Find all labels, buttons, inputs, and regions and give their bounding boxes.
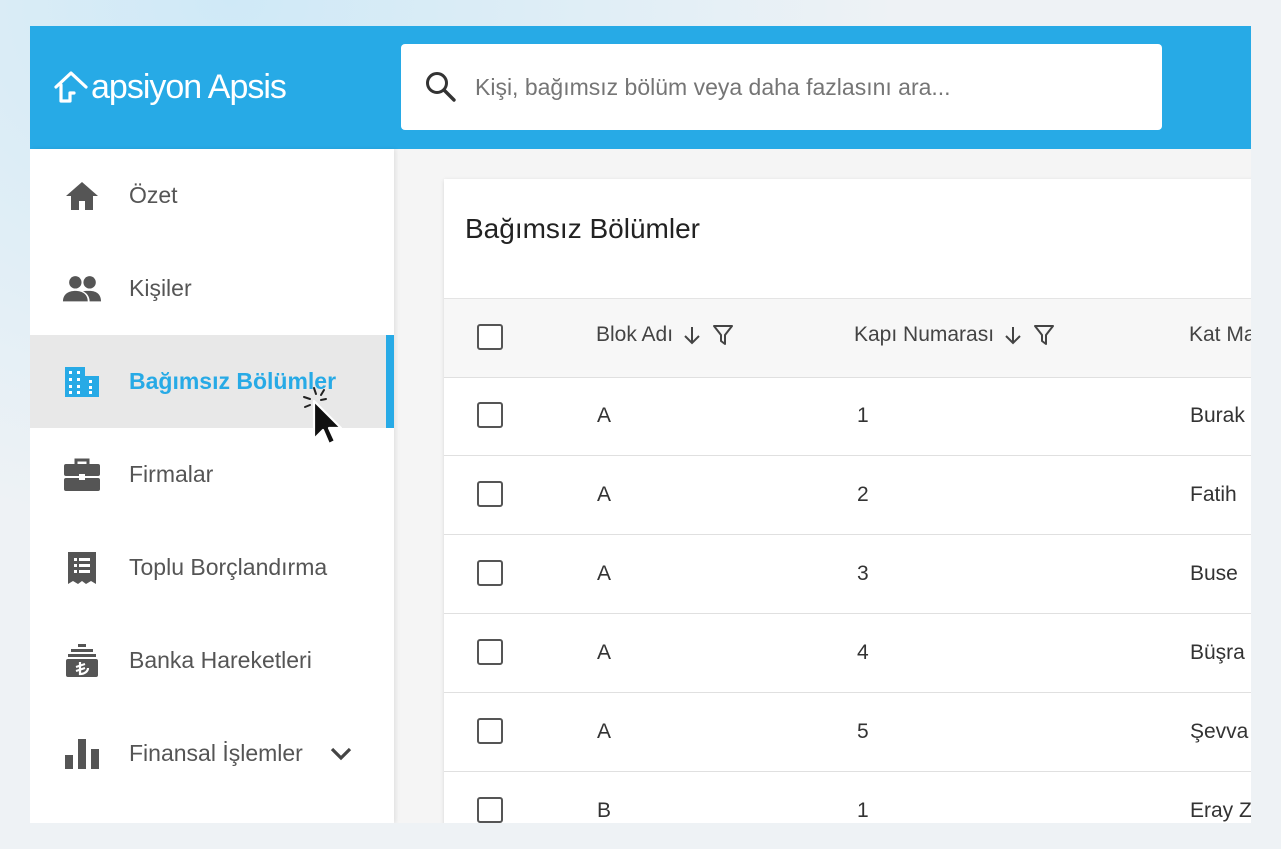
- row-checkbox[interactable]: [477, 797, 503, 823]
- search-box[interactable]: [401, 44, 1162, 130]
- house-logo-icon: [54, 71, 88, 103]
- sort-arrow-down-icon[interactable]: [1002, 324, 1024, 346]
- row-checkbox[interactable]: [477, 402, 503, 428]
- sidebar-item-banka-hareketleri[interactable]: Banka Hareketleri: [30, 614, 394, 707]
- sidebar-item-finansal-islemler[interactable]: Finansal İşlemler: [30, 707, 394, 800]
- column-header-label: Kat Ma: [1189, 323, 1251, 346]
- sidebar-item-kisiler[interactable]: Kişiler: [30, 242, 394, 335]
- cell-kapi: 2: [857, 483, 869, 506]
- table-row[interactable]: A 3 Buse: [444, 535, 1251, 614]
- cell-kat-maliki[interactable]: Burak: [1190, 404, 1245, 428]
- bar-chart-icon: [62, 734, 102, 774]
- search-input[interactable]: [473, 72, 1117, 102]
- row-checkbox[interactable]: [477, 481, 503, 507]
- table-row[interactable]: A 1 Burak: [444, 377, 1251, 456]
- sidebar-item-label: Banka Hareketleri: [129, 647, 312, 673]
- units-card: Bağımsız Bölümler Blok Adı Kapı Numarası…: [444, 179, 1251, 823]
- search-icon: [426, 72, 456, 102]
- table-row[interactable]: A 4 Büşra: [444, 614, 1251, 693]
- cell-kat-maliki[interactable]: Şevva: [1190, 720, 1248, 744]
- mouse-cursor-icon: [303, 387, 343, 446]
- table-row[interactable]: B 1 Eray Z: [444, 772, 1251, 823]
- cell-kat-maliki[interactable]: Buse: [1190, 562, 1238, 586]
- sidebar: Özet Kişiler Bağımsız Bölümler Firmalar …: [30, 149, 394, 823]
- table-row[interactable]: A 2 Fatih: [444, 456, 1251, 535]
- select-all-checkbox[interactable]: [477, 324, 503, 350]
- row-checkbox[interactable]: [477, 560, 503, 586]
- column-header-label: Blok Adı: [596, 323, 674, 346]
- column-header-kat-maliki[interactable]: Kat Ma: [1189, 323, 1251, 347]
- app-window: apsiyon Apsis Özet: [30, 26, 1251, 823]
- cell-blok: B: [597, 799, 612, 822]
- column-header-label: Kapı Numarası: [854, 323, 995, 346]
- column-header-blok-adi[interactable]: Blok Adı: [596, 323, 735, 347]
- people-icon: [62, 269, 102, 309]
- sidebar-item-label: Finansal İşlemler: [129, 740, 303, 766]
- sidebar-item-label: Firmalar: [129, 461, 214, 487]
- table-row[interactable]: A 5 Şevva: [444, 693, 1251, 772]
- cell-kat-maliki[interactable]: Eray Z: [1190, 799, 1251, 823]
- chevron-down-icon[interactable]: [328, 741, 354, 767]
- row-checkbox[interactable]: [477, 718, 503, 744]
- cell-kapi: 1: [857, 404, 869, 427]
- cell-blok: A: [597, 483, 612, 506]
- home-icon: [62, 176, 102, 216]
- top-bar: apsiyon Apsis: [30, 26, 1251, 149]
- cell-kapi: 4: [857, 641, 869, 664]
- sort-arrow-down-icon[interactable]: [681, 324, 703, 346]
- sidebar-item-label: Toplu Borçlandırma: [129, 554, 328, 580]
- sidebar-item-ozet[interactable]: Özet: [30, 149, 394, 242]
- receipt-icon: [62, 548, 102, 588]
- column-header-kapi-numarasi[interactable]: Kapı Numarası: [854, 323, 1056, 347]
- row-checkbox[interactable]: [477, 639, 503, 665]
- logo-text: apsiyon Apsis: [91, 67, 287, 106]
- bank-lira-icon: [62, 641, 102, 681]
- cell-kapi: 5: [857, 720, 869, 743]
- cell-blok: A: [597, 720, 612, 743]
- cell-kapi: 1: [857, 799, 869, 822]
- sidebar-item-label: Özet: [129, 182, 178, 208]
- briefcase-icon: [62, 455, 102, 495]
- filter-icon[interactable]: [711, 323, 735, 347]
- sidebar-item-toplu-borclandirma[interactable]: Toplu Borçlandırma: [30, 521, 394, 614]
- cell-kat-maliki[interactable]: Fatih: [1190, 483, 1237, 507]
- cell-blok: A: [597, 562, 612, 585]
- cell-kat-maliki[interactable]: Büşra: [1190, 641, 1245, 665]
- cell-kapi: 3: [857, 562, 869, 585]
- table-header: Blok Adı Kapı Numarası Kat Ma: [444, 298, 1251, 378]
- filter-icon[interactable]: [1032, 323, 1056, 347]
- sidebar-item-label: Kişiler: [129, 275, 192, 301]
- page-title: Bağımsız Bölümler: [465, 213, 700, 244]
- building-icon: [62, 362, 102, 402]
- cell-blok: A: [597, 404, 612, 427]
- cell-blok: A: [597, 641, 612, 664]
- logo[interactable]: apsiyon Apsis: [52, 66, 287, 108]
